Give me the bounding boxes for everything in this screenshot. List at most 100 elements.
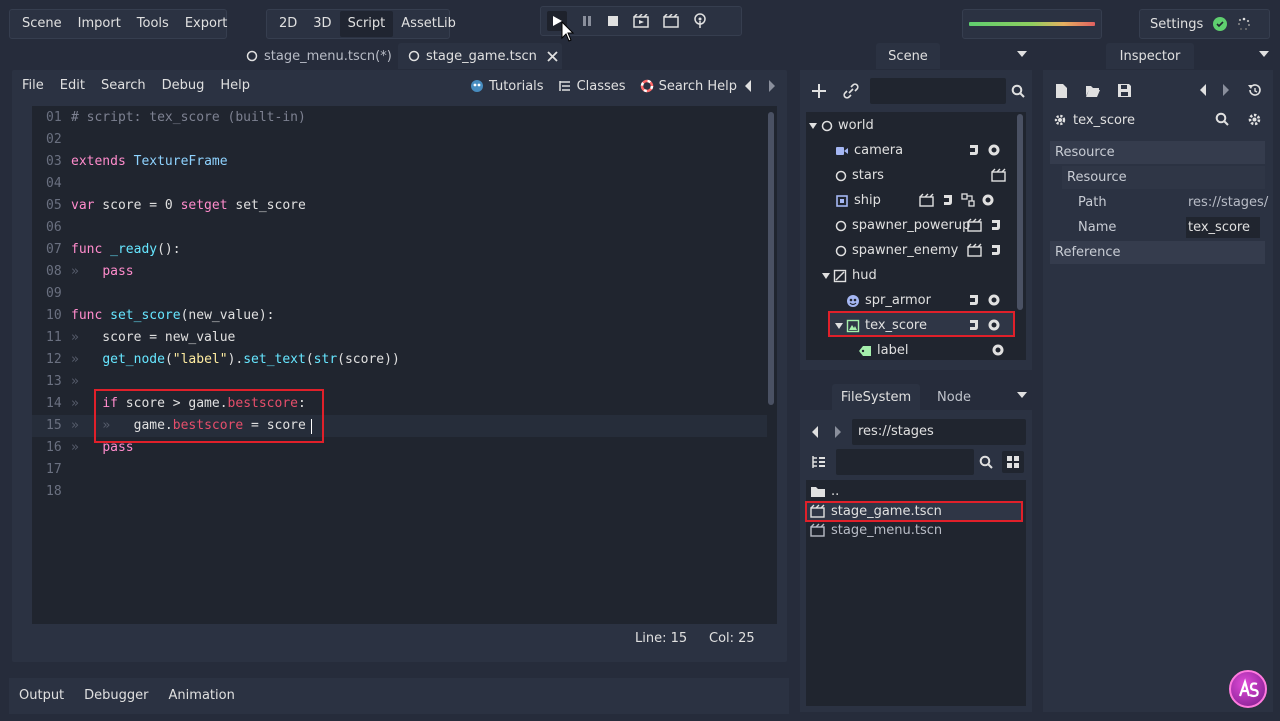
tree-item-camera[interactable]: camera (835, 138, 903, 163)
instance-scene-icon[interactable] (991, 168, 1007, 182)
scene-tree-scrollbar[interactable] (1017, 114, 1023, 310)
class-list-icon (558, 79, 572, 93)
menu-import[interactable]: Import (70, 11, 129, 37)
filesystem-tab[interactable]: FileSystem (832, 384, 920, 410)
tree-item-spr-armor[interactable]: spr_armor (846, 288, 931, 313)
visibility-eye-icon[interactable] (987, 318, 1001, 332)
tab-debugger[interactable]: Debugger (76, 683, 156, 709)
open-folder-icon[interactable] (1085, 84, 1101, 98)
settings-button[interactable]: Settings (1150, 17, 1203, 32)
tab-stage-game[interactable]: stage_game.tscn (398, 43, 562, 69)
mode-2d[interactable]: 2D (271, 11, 305, 37)
file-item-parent[interactable]: .. (810, 480, 839, 502)
dock-menu-icon[interactable] (1259, 50, 1269, 58)
instance-scene-icon[interactable] (967, 218, 983, 232)
script-icon[interactable] (989, 218, 1003, 232)
menu-tools[interactable]: Tools (129, 11, 177, 37)
fs-search-input[interactable] (836, 449, 974, 475)
tab-animation[interactable]: Animation (161, 683, 243, 709)
mode-script[interactable]: Script (339, 11, 394, 37)
script-icon[interactable] (967, 318, 981, 332)
script-menu-help[interactable]: Help (212, 73, 258, 99)
file-item-stage-menu[interactable]: stage_menu.tscn (810, 519, 942, 541)
collapse-arrow-icon[interactable] (808, 121, 818, 131)
collapse-arrow-icon[interactable] (821, 271, 831, 281)
tree-item-tex-score[interactable]: tex_score (834, 313, 927, 338)
code-line: var score = 0 setget set_score (71, 198, 306, 213)
close-icon[interactable] (547, 50, 558, 62)
tree-item-label[interactable]: label (858, 338, 908, 363)
visibility-eye-icon[interactable] (987, 293, 1001, 307)
script-menu-search[interactable]: Search (93, 73, 154, 99)
tree-item-world[interactable]: world (808, 113, 874, 138)
instance-scene-icon[interactable] (967, 243, 983, 257)
search-icon[interactable] (979, 455, 993, 469)
stop-icon[interactable] (607, 15, 619, 27)
search-icon[interactable] (1011, 84, 1025, 98)
dock-menu-icon[interactable] (1017, 50, 1027, 58)
group-icon[interactable] (961, 193, 975, 207)
tree-item-spawner-enemy[interactable]: spawner_enemy (835, 238, 958, 263)
tab-output[interactable]: Output (11, 683, 72, 709)
inspector-section-resource[interactable]: Resource (1050, 141, 1265, 164)
visibility-eye-icon[interactable] (981, 193, 995, 207)
script-icon[interactable] (941, 193, 955, 207)
tree-item-ship[interactable]: ship (835, 188, 881, 213)
add-node-icon[interactable] (811, 83, 827, 99)
script-menu-debug[interactable]: Debug (154, 73, 213, 99)
search-icon[interactable] (1215, 112, 1229, 126)
pause-icon[interactable] (581, 15, 593, 27)
inspector-section-reference[interactable]: Reference (1050, 241, 1265, 264)
gear-icon[interactable] (1247, 112, 1262, 127)
inspector-tab[interactable]: Inspector (1106, 43, 1194, 69)
script-menu-file[interactable]: File (14, 73, 52, 99)
history-forward-icon[interactable] (1222, 83, 1230, 97)
save-icon[interactable] (1117, 83, 1132, 98)
forward-arrow-icon[interactable] (834, 425, 842, 439)
collapse-arrow-icon[interactable] (834, 321, 844, 331)
menu-export[interactable]: Export (177, 11, 236, 37)
prev-arrow-icon[interactable] (744, 79, 752, 93)
next-arrow-icon[interactable] (768, 79, 776, 93)
visibility-eye-icon[interactable] (987, 143, 1001, 157)
file-label: stage_menu.tscn (831, 522, 943, 538)
tab-stage-menu[interactable]: stage_menu.tscn(*) (236, 43, 396, 69)
remote-debug-icon[interactable] (693, 13, 707, 29)
history-icon[interactable] (1247, 83, 1262, 98)
inspector-subsection-resource[interactable]: Resource (1062, 166, 1265, 189)
code-line: » (71, 374, 79, 389)
path-value[interactable]: res://stages/ (1188, 191, 1268, 214)
link-icon[interactable] (843, 83, 859, 99)
tree-item-stars[interactable]: stars (835, 163, 884, 188)
script-icon[interactable] (967, 143, 981, 157)
script-menu-edit[interactable]: Edit (52, 73, 93, 99)
grid-view-icon[interactable] (1002, 451, 1024, 473)
fs-path-field[interactable]: res://stages (852, 419, 1026, 445)
new-resource-icon[interactable] (1054, 83, 1068, 99)
script-icon[interactable] (967, 293, 981, 307)
script-icon[interactable] (989, 243, 1003, 257)
tutorials-link[interactable]: Tutorials (470, 79, 544, 94)
menu-scene[interactable]: Scene (14, 11, 70, 37)
code-scrollbar[interactable] (768, 112, 774, 405)
help-ring-icon (640, 79, 654, 93)
scene-dock-tab[interactable]: Scene (876, 43, 940, 69)
code-editor[interactable]: 01 # script: tex_score (built-in) 02 03 exte… (32, 106, 777, 624)
play-custom-scene-icon[interactable] (663, 14, 679, 28)
tree-view-icon[interactable] (811, 454, 827, 470)
classes-link[interactable]: Classes (558, 79, 626, 94)
search-help-link[interactable]: Search Help (640, 79, 737, 94)
node-tab[interactable]: Node (924, 384, 984, 410)
back-arrow-icon[interactable] (811, 425, 819, 439)
mode-assetlib[interactable]: AssetLib (393, 11, 464, 37)
tree-item-spawner-powerup[interactable]: spawner_powerup (835, 213, 970, 238)
name-input[interactable]: tex_score (1186, 217, 1260, 238)
play-scene-icon[interactable] (633, 14, 649, 28)
visibility-eye-icon[interactable] (991, 343, 1005, 357)
history-back-icon[interactable] (1199, 83, 1207, 97)
dock-menu-icon[interactable] (1017, 391, 1027, 399)
scene-filter-input[interactable] (870, 78, 1006, 104)
tree-item-hud[interactable]: hud (821, 263, 877, 288)
instance-scene-icon[interactable] (919, 193, 935, 207)
mode-3d[interactable]: 3D (305, 11, 339, 37)
